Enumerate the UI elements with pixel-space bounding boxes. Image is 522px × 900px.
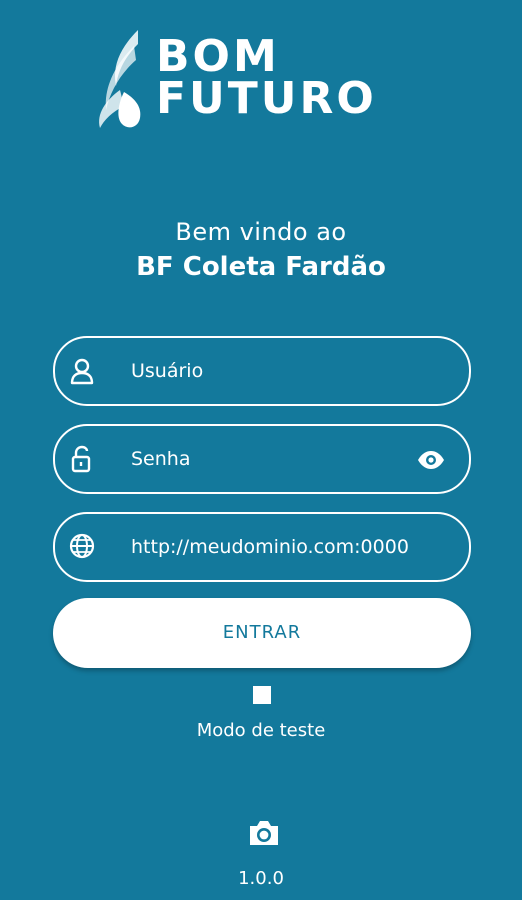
- password-field[interactable]: Senha: [53, 424, 471, 494]
- welcome-text: Bem vindo ao: [175, 218, 347, 246]
- server-url-value: http://meudominio.com:0000: [131, 536, 409, 558]
- brand-logo: BOM FUTURO: [94, 26, 434, 132]
- brand-wordmark: BOM FUTURO: [156, 31, 377, 124]
- lock-icon: [71, 445, 91, 473]
- login-button[interactable]: ENTRAR: [53, 598, 471, 668]
- eye-icon[interactable]: [417, 449, 445, 471]
- test-mode-label: Modo de teste: [196, 720, 326, 741]
- camera-icon[interactable]: [247, 818, 281, 848]
- brand-word-2: FUTURO: [156, 73, 377, 124]
- test-mode-checkbox[interactable]: [253, 686, 271, 704]
- server-url-field[interactable]: http://meudominio.com:0000: [53, 512, 471, 582]
- app-title: BF Coleta Fardão: [136, 252, 386, 282]
- username-placeholder: Usuário: [131, 360, 204, 382]
- user-icon: [70, 358, 94, 385]
- password-placeholder: Senha: [131, 448, 191, 470]
- brand-word-1: BOM: [156, 31, 280, 82]
- globe-icon: [69, 533, 95, 559]
- drop-leaf-icon: [99, 30, 141, 128]
- username-field[interactable]: Usuário: [53, 336, 471, 406]
- app-version: 1.0.0: [238, 868, 284, 889]
